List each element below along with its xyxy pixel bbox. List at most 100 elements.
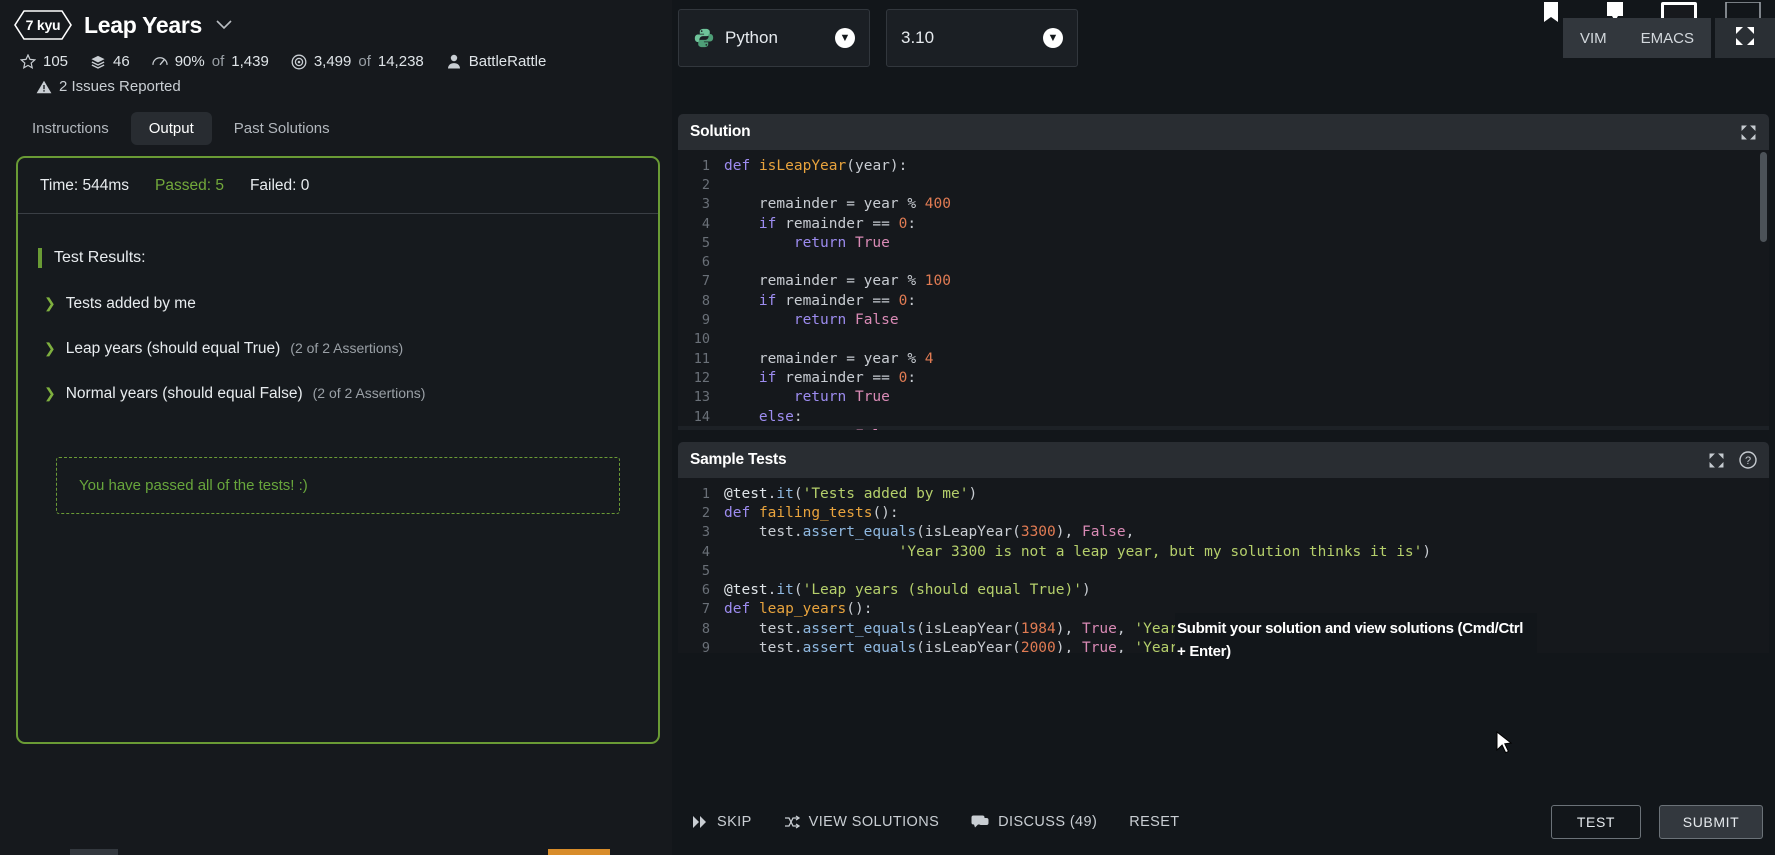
code-text: if remainder == 0: bbox=[758, 215, 917, 232]
reset-button[interactable]: RESET bbox=[1115, 804, 1193, 840]
code-text: @test.it('Leap years (should equal True)… bbox=[724, 582, 1091, 599]
warning-triangle-icon bbox=[36, 79, 52, 95]
fullscreen-expand-button[interactable] bbox=[1715, 18, 1775, 58]
chevron-down-icon[interactable] bbox=[216, 17, 232, 33]
test-group-name: Leap years (should equal True) bbox=[65, 340, 281, 357]
line-number: 2 bbox=[701, 176, 710, 193]
line-number: 1 bbox=[701, 485, 710, 502]
line-number: 8 bbox=[701, 620, 710, 637]
kata-stats: 105 46 90% of 1,439 3,499 of 14,238 Batt… bbox=[14, 53, 672, 70]
editor-mode-emacs[interactable]: EMACS bbox=[1623, 18, 1711, 58]
line-number: 14 bbox=[693, 408, 710, 425]
expand-arrows-icon[interactable] bbox=[1708, 452, 1725, 469]
stat-author[interactable]: BattleRattle bbox=[446, 53, 546, 70]
code-line: 6 bbox=[678, 252, 1769, 271]
code-text: return False bbox=[724, 428, 899, 430]
code-line: 7 remainder = year % 100 bbox=[678, 272, 1769, 291]
line-number: 2 bbox=[701, 504, 710, 521]
code-text: test.assert_equals(isLeapYear(3300), Fal… bbox=[724, 524, 1135, 541]
line-number: 4 bbox=[701, 215, 710, 232]
sample-tests-panel-header: Sample Tests ? bbox=[678, 442, 1769, 478]
line-number: 5 bbox=[701, 234, 710, 251]
test-group-assertions: (2 of 2 Assertions) bbox=[312, 385, 426, 401]
line-number: 8 bbox=[701, 292, 710, 309]
line-number: 7 bbox=[701, 601, 710, 618]
line-number: 11 bbox=[693, 350, 710, 367]
line-number: 3 bbox=[701, 196, 710, 213]
test-group-row[interactable]: ❯ Leap years (should equal True) (2 of 2… bbox=[38, 340, 638, 358]
language-name: Python bbox=[725, 28, 778, 47]
editor-scrollbar[interactable] bbox=[1760, 152, 1767, 242]
tab-output[interactable]: Output bbox=[130, 112, 212, 145]
submit-button[interactable]: SUBMIT bbox=[1659, 805, 1763, 839]
code-text: def failing_tests(): bbox=[724, 504, 899, 521]
editor-mode-vim[interactable]: VIM bbox=[1562, 18, 1624, 58]
chevron-right-icon: ❯ bbox=[44, 385, 56, 401]
kata-title-row: 7 kyu Leap Years bbox=[14, 6, 672, 44]
tab-past-solutions[interactable]: Past Solutions bbox=[216, 112, 348, 145]
tab-instructions[interactable]: Instructions bbox=[14, 112, 127, 145]
line-number: 15 bbox=[678, 428, 724, 430]
stat-stars: 105 bbox=[20, 53, 68, 70]
code-line: 4 'Year 3300 is not a leap year, but my … bbox=[678, 542, 1769, 561]
code-line: 2 bbox=[678, 175, 1769, 194]
page-title: Leap Years bbox=[84, 11, 203, 38]
view-solutions-button[interactable]: VIEW SOLUTIONS bbox=[770, 804, 953, 840]
expand-arrows-icon[interactable] bbox=[1740, 124, 1757, 141]
completed-total: 14,238 bbox=[377, 53, 424, 70]
test-button[interactable]: TEST bbox=[1551, 805, 1641, 839]
left-panel: 7 kyu Leap Years 105 46 90% of 1,439 3,4… bbox=[0, 0, 672, 855]
rank-label: 7 kyu bbox=[25, 17, 61, 33]
skip-forward-icon bbox=[692, 815, 708, 829]
chevron-down-icon: ▼ bbox=[835, 28, 855, 48]
code-line: 11 remainder = year % 4 bbox=[678, 349, 1769, 368]
code-line: 4 if remainder == 0: bbox=[678, 214, 1769, 233]
right-panel: Python ▼ 3.10 ▼ VIM EMACS Solution 1 def… bbox=[672, 0, 1775, 855]
satisfaction-of: of bbox=[211, 53, 225, 70]
stars-count: 105 bbox=[43, 53, 69, 70]
output-passed: Passed: 5 bbox=[155, 176, 224, 194]
action-bar: SKIP VIEW SOLUTIONS DISCUSS (49) RESET T… bbox=[672, 789, 1775, 855]
chevron-right-icon: ❯ bbox=[44, 295, 56, 311]
all-tests-passed-message: You have passed all of the tests! :) bbox=[56, 457, 620, 514]
stat-completed: 3,499 of 14,238 bbox=[291, 53, 424, 70]
submit-tooltip: Submit your solution and view solutions … bbox=[1175, 613, 1537, 668]
code-text: 'Year 3300 is not a leap year, but my so… bbox=[898, 543, 1432, 560]
discuss-button[interactable]: DISCUSS (49) bbox=[957, 804, 1111, 840]
code-text: remainder = year % 400 bbox=[724, 196, 951, 213]
language-version-select[interactable]: 3.10 ▼ bbox=[886, 9, 1078, 67]
completed-of: of bbox=[358, 53, 371, 70]
page-bottom-strip bbox=[0, 849, 1775, 855]
chevron-right-icon: ❯ bbox=[44, 340, 56, 356]
issues-reported[interactable]: 2 Issues Reported bbox=[14, 78, 672, 95]
code-line: 10 bbox=[678, 330, 1769, 349]
line-number: 1 bbox=[701, 157, 710, 174]
star-icon bbox=[20, 53, 36, 70]
discuss-label: DISCUSS (49) bbox=[998, 814, 1098, 830]
code-line: 5 return True bbox=[678, 233, 1769, 252]
help-icon[interactable]: ? bbox=[1739, 451, 1757, 469]
test-group-row[interactable]: ❯ Normal years (should equal False) (2 o… bbox=[38, 385, 638, 403]
code-text: return True bbox=[793, 389, 890, 406]
bottom-strip-accent bbox=[548, 849, 610, 855]
test-results-body: Test Results: ❯ Tests added by me ❯ Leap… bbox=[18, 214, 658, 514]
satisfaction-total: 1,439 bbox=[231, 53, 269, 70]
codewars-trainer-page: 7 kyu Leap Years 105 46 90% of 1,439 3,4… bbox=[0, 0, 1775, 855]
line-number: 5 bbox=[701, 562, 710, 579]
language-select[interactable]: Python ▼ bbox=[678, 9, 870, 67]
sample-tests-header-icons: ? bbox=[1708, 451, 1757, 469]
output-panel: Time: 544ms Passed: 5 Failed: 0 Test Res… bbox=[16, 156, 660, 744]
skip-button[interactable]: SKIP bbox=[678, 804, 766, 840]
mouse-cursor-icon bbox=[1496, 730, 1514, 762]
line-number: 13 bbox=[693, 389, 710, 406]
solution-panel-header: Solution bbox=[678, 114, 1769, 150]
solution-code-editor[interactable]: 1 def isLeapYear(year): 2 3 remainder = y… bbox=[678, 150, 1769, 430]
solution-header-icons bbox=[1740, 124, 1757, 141]
code-text: return False bbox=[793, 312, 899, 329]
code-text: def leap_years(): bbox=[724, 601, 873, 618]
test-results-label: Test Results: bbox=[54, 249, 146, 266]
editor-mode-group: VIM EMACS bbox=[1562, 18, 1711, 58]
code-line: 8 if remainder == 0: bbox=[678, 291, 1769, 310]
code-text: else: bbox=[758, 408, 803, 425]
test-group-row[interactable]: ❯ Tests added by me bbox=[38, 295, 638, 313]
